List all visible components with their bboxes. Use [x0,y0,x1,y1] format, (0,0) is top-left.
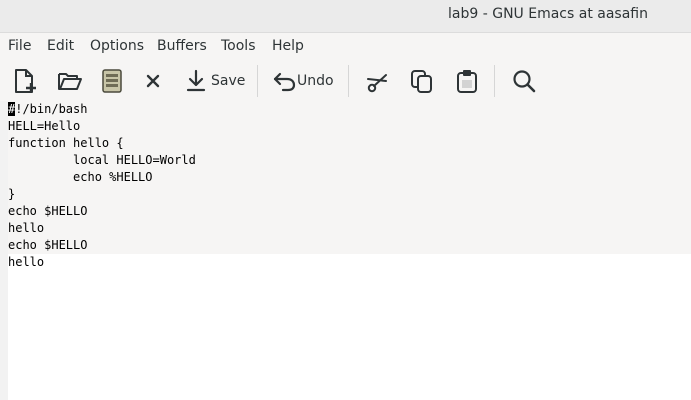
code-line: #!/bin/bash [8,101,196,118]
open-file-button[interactable] [57,65,83,97]
title-bar[interactable]: lab9 - GNU Emacs at aasafin [0,0,691,33]
save-icon [186,69,206,92]
cut-button[interactable] [364,65,390,97]
menu-help[interactable]: Help [272,38,304,54]
menu-bar: File Edit Options Buffers Tools Help [0,33,691,61]
buffer-text[interactable]: #!/bin/bash HELL=Hello function hello { … [8,101,196,271]
save-button[interactable]: Save [185,65,245,97]
undo-icon [273,72,296,92]
paste-icon [457,70,477,93]
new-file-button[interactable] [12,65,38,97]
copy-button[interactable] [409,65,435,97]
toolbar-separator [257,65,258,97]
dired-icon [102,69,122,93]
code-line: HELL=Hello [8,119,81,133]
menu-buffers[interactable]: Buffers [157,38,207,54]
save-label: Save [211,73,246,89]
emacs-window: lab9 - GNU Emacs at aasafin File Edit Op… [0,0,691,400]
close-icon [146,74,160,88]
code-line: hello [8,255,45,269]
toolbar: Save Undo [0,61,691,101]
scissors-icon [367,74,387,93]
code-line: echo %HELLO [8,170,153,184]
toolbar-separator [494,65,495,97]
code-line: hello [8,221,45,235]
search-button[interactable] [511,65,537,97]
toolbar-separator [348,65,349,97]
undo-label: Undo [297,73,334,89]
code-line: echo $HELLO [8,204,88,218]
close-buffer-button[interactable] [142,65,164,97]
menu-options[interactable]: Options [90,38,144,54]
undo-button[interactable]: Undo [271,65,334,97]
copy-icon [411,70,432,93]
dired-button[interactable] [100,65,124,97]
code-line-text: !/bin/bash [15,102,88,116]
left-fringe [0,101,8,400]
code-line: } [8,187,16,201]
new-file-icon [15,69,36,93]
search-icon [513,70,536,93]
paste-button[interactable] [454,65,480,97]
code-line: function hello { [8,136,124,150]
menu-edit[interactable]: Edit [47,38,74,54]
window-title: lab9 - GNU Emacs at aasafin [448,6,648,22]
code-line: echo $HELLO [8,238,88,252]
folder-open-icon [58,73,82,90]
menu-tools[interactable]: Tools [221,38,256,54]
editor-area[interactable]: #!/bin/bash HELL=Hello function hello { … [0,101,691,400]
code-line: local HELLO=World [8,153,196,167]
menu-file[interactable]: File [8,38,31,54]
